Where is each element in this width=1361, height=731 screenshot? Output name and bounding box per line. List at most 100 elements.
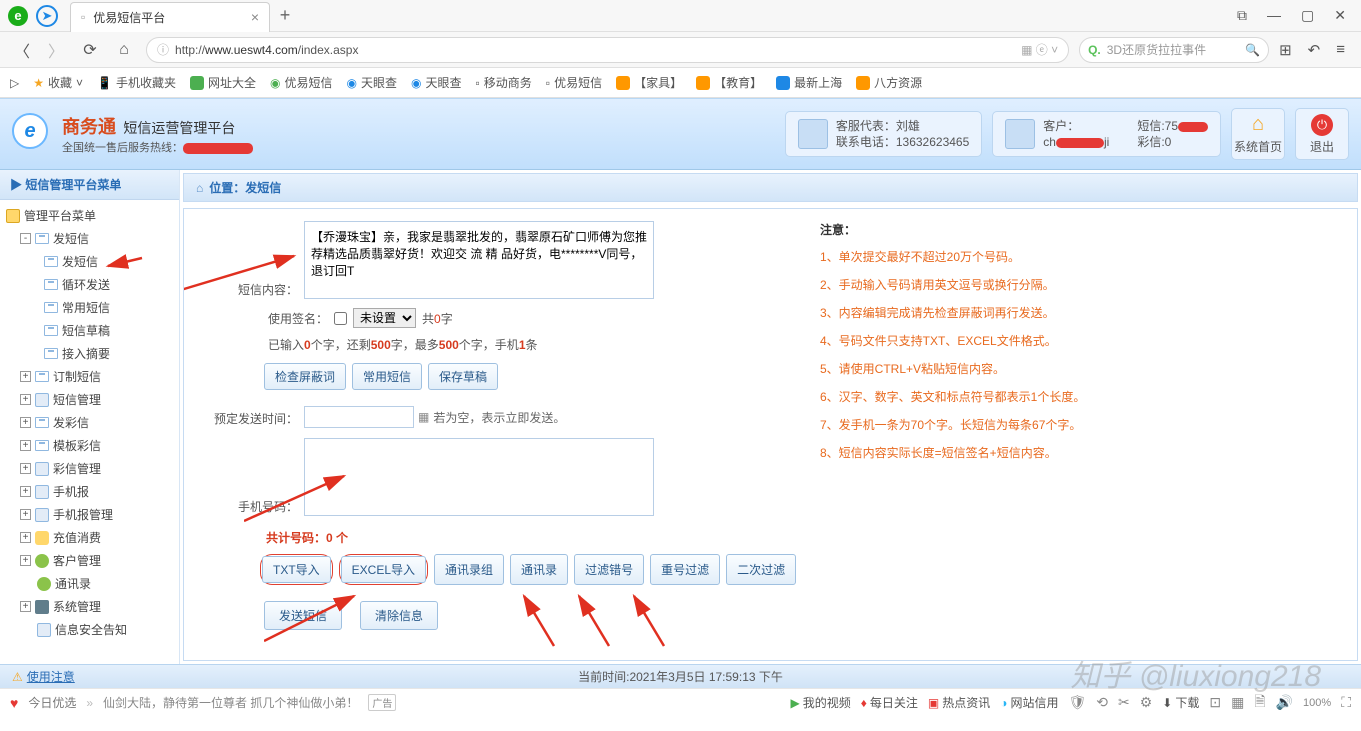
tool-icon[interactable]: ⚙ bbox=[1140, 694, 1153, 711]
save-draft-button[interactable]: 保存草稿 bbox=[428, 363, 498, 390]
logout-button[interactable]: ⏻ 退出 bbox=[1295, 108, 1349, 160]
hot-news-link[interactable]: ▣热点资讯 bbox=[928, 694, 990, 711]
expand-icon[interactable]: + bbox=[20, 417, 31, 428]
minimize-icon[interactable]: — bbox=[1267, 7, 1281, 24]
expand-icon[interactable]: + bbox=[20, 532, 31, 543]
site-credit-link[interactable]: ◑网站信用 bbox=[1000, 694, 1058, 711]
expand-icon[interactable]: + bbox=[20, 486, 31, 497]
expand-icon[interactable]: ⛶ bbox=[1341, 694, 1351, 711]
history-icon[interactable]: ↶ bbox=[1308, 41, 1321, 59]
search-input[interactable]: Q. 3D还原货拉拉事件 🔍 bbox=[1079, 37, 1269, 63]
expand-icon[interactable]: + bbox=[20, 371, 31, 382]
bookmark-item[interactable]: ▫优易短信 bbox=[546, 74, 602, 91]
contacts-button[interactable]: 通讯录 bbox=[510, 554, 568, 585]
note-icon[interactable]: 🗎 bbox=[1254, 691, 1265, 715]
system-home-button[interactable]: ⌂ 系统首页 bbox=[1231, 108, 1285, 160]
tree-root[interactable]: 管理平台菜单 bbox=[0, 204, 179, 227]
schedule-time-input[interactable] bbox=[304, 406, 414, 428]
expand-icon[interactable]: + bbox=[20, 440, 31, 451]
clear-info-button[interactable]: 清除信息 bbox=[360, 601, 438, 630]
bookmark-item[interactable]: ▫移动商务 bbox=[476, 74, 532, 91]
menu-icon[interactable]: ≡ bbox=[1336, 41, 1345, 59]
forward-button[interactable]: 〉 bbox=[44, 38, 68, 62]
tree-leaf[interactable]: 循环发送 bbox=[0, 273, 179, 296]
compass-icon[interactable]: ➤ bbox=[36, 5, 58, 27]
sound-icon[interactable]: 🔊 bbox=[1276, 694, 1293, 711]
browser-tab[interactable]: ▫ 优易短信平台 × bbox=[70, 2, 270, 32]
check-blocked-button[interactable]: 检查屏蔽词 bbox=[264, 363, 346, 390]
bookmark-item[interactable]: 最新上海 bbox=[776, 74, 842, 91]
window-menu-icon[interactable]: ⧉ bbox=[1237, 7, 1247, 24]
tree-node[interactable]: +短信管理 bbox=[0, 388, 179, 411]
secondary-filter-button[interactable]: 二次过滤 bbox=[726, 554, 796, 585]
qr-icon[interactable]: ▦ ⓔ ˅ bbox=[1021, 41, 1058, 58]
tree-node[interactable]: +发彩信 bbox=[0, 411, 179, 434]
tree-node[interactable]: +充值消费 bbox=[0, 526, 179, 549]
bookmark-item[interactable]: ◉天眼查 bbox=[347, 74, 398, 91]
bookmark-toggle-icon[interactable]: ▷ bbox=[10, 76, 19, 90]
close-window-icon[interactable]: ✕ bbox=[1334, 7, 1346, 24]
new-tab-button[interactable]: + bbox=[270, 5, 300, 26]
common-sms-button[interactable]: 常用短信 bbox=[352, 363, 422, 390]
usage-notice-link[interactable]: 使用注意 bbox=[27, 668, 75, 685]
pip-icon[interactable]: ⊡ bbox=[1209, 694, 1221, 711]
contact-group-button[interactable]: 通讯录组 bbox=[434, 554, 504, 585]
tree-node[interactable]: +系统管理 bbox=[0, 595, 179, 618]
today-picks[interactable]: 今日优选 bbox=[28, 694, 76, 711]
send-sms-button[interactable]: 发送短信 bbox=[264, 601, 342, 630]
collapse-icon[interactable]: - bbox=[20, 233, 31, 244]
bookmark-item[interactable]: ◉天眼查 bbox=[411, 74, 462, 91]
tree-node-send-sms[interactable]: -发短信 bbox=[0, 227, 179, 250]
url-input[interactable]: ⓘ http://www.ueswt4.com/index.aspx ▦ ⓔ ˅ bbox=[146, 37, 1069, 63]
expand-icon[interactable]: + bbox=[20, 555, 31, 566]
signature-checkbox[interactable] bbox=[334, 312, 347, 325]
tree-leaf-send-sms[interactable]: 发短信 bbox=[0, 250, 179, 273]
sms-content-textarea[interactable] bbox=[304, 221, 654, 299]
filter-duplicate-button[interactable]: 重号过滤 bbox=[650, 554, 720, 585]
expand-icon[interactable]: + bbox=[20, 463, 31, 474]
maximize-icon[interactable]: ▢ bbox=[1301, 7, 1314, 24]
refresh-icon[interactable]: ⟲ bbox=[1096, 694, 1108, 711]
bookmark-item[interactable]: 【家具】 bbox=[616, 74, 682, 91]
grid-icon[interactable]: ▦ bbox=[1231, 694, 1244, 711]
tree-leaf[interactable]: 常用短信 bbox=[0, 296, 179, 319]
bookmark-item[interactable]: ◉优易短信 bbox=[270, 74, 333, 91]
cut-icon[interactable]: ✂ bbox=[1118, 694, 1130, 711]
download-link[interactable]: ⬇下载 bbox=[1162, 694, 1199, 711]
phone-numbers-textarea[interactable] bbox=[304, 438, 654, 516]
bookmark-item[interactable]: 【教育】 bbox=[696, 74, 762, 91]
txt-import-button[interactable]: TXT导入 bbox=[262, 556, 331, 583]
back-button[interactable]: 〈 bbox=[10, 38, 34, 62]
excel-import-button[interactable]: EXCEL导入 bbox=[341, 556, 426, 583]
extensions-icon[interactable]: ⊞ bbox=[1279, 41, 1292, 59]
tree-node[interactable]: +手机报 bbox=[0, 480, 179, 503]
tree-node[interactable]: 通讯录 bbox=[0, 572, 179, 595]
ad-text[interactable]: 仙剑大陆，静待第一位尊者 抓几个神仙做小弟！ bbox=[103, 694, 358, 711]
daily-focus-link[interactable]: ♦每日关注 bbox=[861, 694, 918, 711]
shield-icon[interactable]: 🛡 bbox=[1068, 694, 1086, 711]
expand-icon[interactable]: + bbox=[20, 509, 31, 520]
bookmark-item[interactable]: 八方资源 bbox=[856, 74, 922, 91]
tree-node[interactable]: +客户管理 bbox=[0, 549, 179, 572]
expand-icon[interactable]: + bbox=[20, 394, 31, 405]
bookmark-item[interactable]: 📱手机收藏夹 bbox=[97, 74, 176, 91]
tree-node[interactable]: +模板彩信 bbox=[0, 434, 179, 457]
signature-select[interactable]: 未设置 bbox=[353, 308, 416, 328]
bookmark-item[interactable]: 网址大全 bbox=[190, 74, 256, 91]
bookmark-favorites[interactable]: ★收藏 ˅ bbox=[33, 74, 83, 91]
tree-leaf[interactable]: 短信草稿 bbox=[0, 319, 179, 342]
reload-button[interactable]: ⟳ bbox=[78, 40, 102, 60]
heart-icon[interactable]: ♥ bbox=[10, 695, 18, 711]
home-button[interactable]: ⌂ bbox=[112, 41, 136, 59]
tree-leaf[interactable]: 接入摘要 bbox=[0, 342, 179, 365]
tree-node[interactable]: +彩信管理 bbox=[0, 457, 179, 480]
expand-icon[interactable]: + bbox=[20, 601, 31, 612]
tree-node[interactable]: 信息安全告知 bbox=[0, 618, 179, 641]
my-video-link[interactable]: ▶我的视频 bbox=[790, 694, 850, 711]
tree-node[interactable]: +订制短信 bbox=[0, 365, 179, 388]
zoom-label[interactable]: 100% bbox=[1303, 697, 1331, 709]
close-tab-icon[interactable]: × bbox=[251, 9, 259, 25]
calendar-icon[interactable]: ▦ bbox=[418, 410, 429, 424]
search-icon[interactable]: 🔍 bbox=[1245, 43, 1260, 57]
tree-node[interactable]: +手机报管理 bbox=[0, 503, 179, 526]
